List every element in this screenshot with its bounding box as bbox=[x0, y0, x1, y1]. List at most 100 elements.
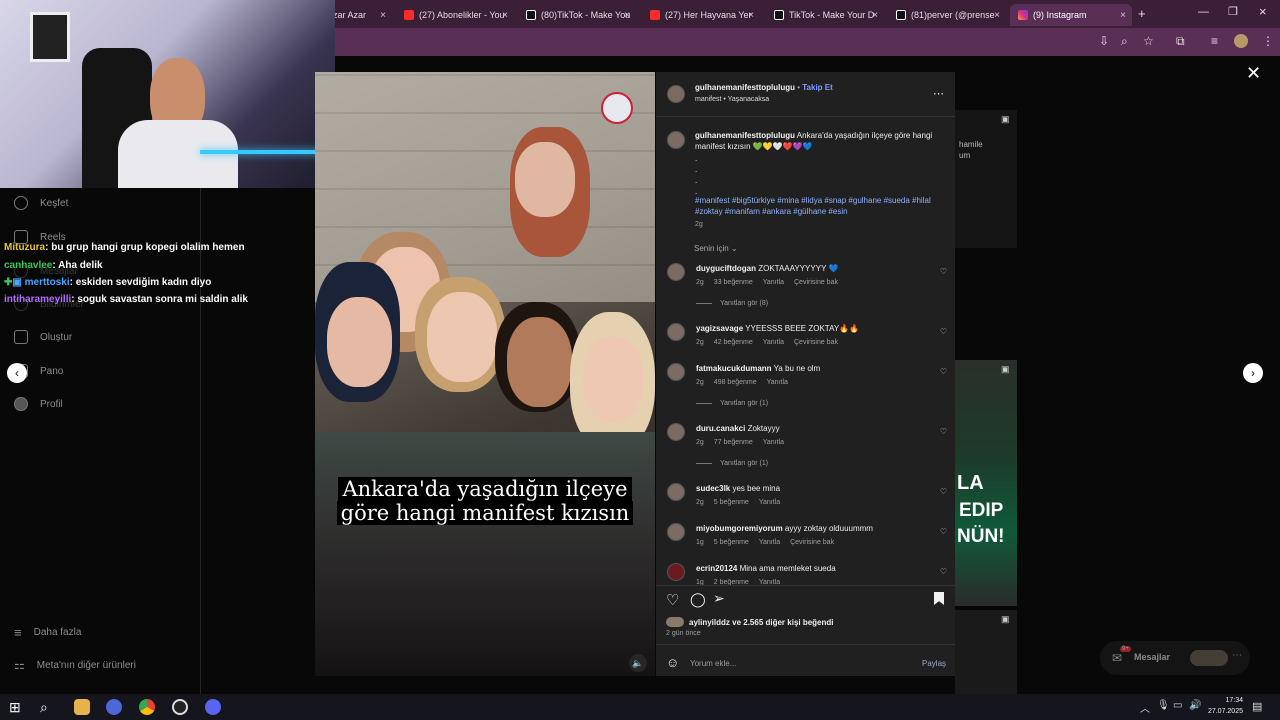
heart-icon[interactable]: ♡ bbox=[940, 367, 947, 376]
comment-likes[interactable]: 77 beğenme bbox=[714, 439, 753, 446]
emoji-icon[interactable]: ☺ bbox=[666, 655, 679, 670]
comment-input[interactable]: Yorum ekle... bbox=[690, 659, 736, 668]
zoom-icon[interactable]: ⌕ bbox=[1121, 34, 1128, 49]
browser-tab[interactable]: (81)perver (@prense × bbox=[888, 4, 1006, 26]
microphone-icon[interactable]: 🎙 bbox=[1157, 700, 1170, 711]
bg-thumbnail[interactable]: hamile um ▣ bbox=[955, 110, 1017, 248]
view-replies[interactable]: Yanıtları gör (1) bbox=[696, 400, 768, 407]
install-icon[interactable]: ⇩ bbox=[1099, 34, 1109, 48]
heart-icon[interactable]: ♡ bbox=[940, 567, 947, 576]
comment-likes[interactable]: 33 beğenme bbox=[714, 279, 753, 286]
comment-likes[interactable]: 498 beğenme bbox=[714, 379, 757, 386]
next-post-button[interactable]: › bbox=[1243, 363, 1263, 383]
comment-username[interactable]: yagizsavage bbox=[696, 324, 743, 333]
reading-list-icon[interactable]: ≡ bbox=[1211, 34, 1218, 48]
more-options-icon[interactable]: ⋯ bbox=[933, 87, 944, 100]
menu-icon[interactable]: ⋮ bbox=[1262, 34, 1274, 48]
author-avatar[interactable] bbox=[667, 85, 685, 103]
commenter-avatar[interactable] bbox=[667, 523, 685, 541]
file-explorer-icon[interactable] bbox=[74, 699, 90, 715]
close-icon[interactable]: × bbox=[748, 10, 754, 21]
reply-button[interactable]: Yanıtla bbox=[763, 279, 784, 286]
comment-likes[interactable]: 5 beğenme bbox=[714, 539, 749, 546]
browser-tab[interactable]: TikTok - Make Your D × bbox=[766, 4, 884, 26]
messages-button[interactable]: ✉ 9+ Mesajlar ⋯ bbox=[1100, 641, 1250, 675]
extensions-icon[interactable]: ⧉ bbox=[1176, 34, 1185, 49]
comment-icon[interactable]: ◯ bbox=[690, 591, 706, 608]
comment-username[interactable]: sudec3lk bbox=[696, 484, 730, 493]
sidebar-item-meta[interactable]: ⚏ Meta'nın diğer ürünleri bbox=[14, 658, 136, 672]
view-replies[interactable]: Yanıtları gör (1) bbox=[696, 460, 768, 467]
caption-hashtags[interactable]: #manifest #big5türkiye #mina #lidya #sna… bbox=[695, 195, 947, 217]
comment-username[interactable]: duyguciftdogan bbox=[696, 264, 756, 273]
like-icon[interactable]: ♡ bbox=[666, 591, 679, 609]
heart-icon[interactable]: ♡ bbox=[940, 527, 947, 536]
author-username[interactable]: gulhanemanifesttoplulugu bbox=[695, 83, 795, 92]
bg-thumbnail[interactable]: LA EDIP NÜN! ▣ bbox=[955, 360, 1017, 606]
network-icon[interactable]: ▭ bbox=[1173, 700, 1182, 711]
minimize-icon[interactable]: — bbox=[1198, 6, 1209, 18]
close-icon[interactable]: × bbox=[380, 10, 386, 21]
close-modal-button[interactable]: ✕ bbox=[1246, 63, 1261, 84]
close-icon[interactable]: × bbox=[624, 10, 630, 21]
bookmark-star-icon[interactable]: ☆ bbox=[1143, 34, 1154, 48]
likes-summary[interactable]: aylinyilddz ve 2.565 diğer kişi beğendi bbox=[689, 618, 834, 627]
follow-button[interactable]: Takip Et bbox=[802, 83, 833, 92]
translate-button[interactable]: Çevirisine bak bbox=[790, 539, 834, 546]
sort-dropdown[interactable]: Senin için ⌄ bbox=[694, 244, 738, 253]
comment-likes[interactable]: 5 beğenme bbox=[714, 499, 749, 506]
close-window-icon[interactable]: × bbox=[1259, 4, 1267, 19]
search-icon[interactable]: ⌕ bbox=[40, 699, 56, 715]
reply-button[interactable]: Yanıtla bbox=[763, 339, 784, 346]
reply-button[interactable]: Yanıtla bbox=[759, 539, 780, 546]
discord-icon[interactable] bbox=[205, 699, 221, 715]
commenter-avatar[interactable] bbox=[667, 363, 685, 381]
comment-likes[interactable]: 42 beğenme bbox=[714, 339, 753, 346]
author-avatar[interactable] bbox=[667, 131, 685, 149]
browser-tab-active[interactable]: (9) Instagram × bbox=[1010, 4, 1132, 26]
mute-icon[interactable]: 🔈 bbox=[629, 654, 647, 672]
heart-icon[interactable]: ♡ bbox=[940, 487, 947, 496]
comment-username[interactable]: ecrin20124 bbox=[696, 564, 737, 573]
browser-tab[interactable]: (27) Abonelikler - You × bbox=[396, 4, 514, 26]
browser-tab[interactable]: (80)TikTok - Make You × bbox=[518, 4, 636, 26]
save-icon[interactable] bbox=[934, 592, 944, 605]
previous-post-button[interactable]: ‹ bbox=[7, 363, 27, 383]
commenter-avatar[interactable] bbox=[667, 483, 685, 501]
chrome-icon[interactable] bbox=[139, 699, 155, 715]
clock-time[interactable]: 17:34 bbox=[1203, 697, 1243, 704]
bg-thumbnail[interactable]: ▣ bbox=[955, 610, 1017, 694]
commenter-avatar[interactable] bbox=[667, 323, 685, 341]
sidebar-item-profile[interactable]: Profil bbox=[14, 397, 63, 411]
commenter-avatar[interactable] bbox=[667, 263, 685, 281]
commenter-avatar[interactable] bbox=[667, 563, 685, 581]
commenter-avatar[interactable] bbox=[667, 423, 685, 441]
profile-avatar[interactable] bbox=[1234, 34, 1248, 48]
share-icon[interactable]: ➢ bbox=[713, 590, 725, 607]
clock-date[interactable]: 27.07.2025 bbox=[1198, 708, 1243, 715]
restore-icon[interactable]: ❐ bbox=[1228, 5, 1238, 18]
post-subtitle[interactable]: manifest • Yaşanacaksa bbox=[695, 96, 769, 103]
sidebar-item-more[interactable]: ≡ Daha fazla bbox=[14, 625, 81, 640]
caption-username[interactable]: gulhanemanifesttoplulugu bbox=[695, 131, 795, 140]
sidebar-item-explore[interactable]: Keşfet bbox=[14, 196, 68, 210]
close-icon[interactable]: × bbox=[872, 10, 878, 21]
reply-button[interactable]: Yanıtla bbox=[767, 379, 788, 386]
windows-start-icon[interactable]: ⊞ bbox=[9, 699, 25, 715]
comment-username[interactable]: miyobumgoremiyorum bbox=[696, 524, 783, 533]
heart-icon[interactable]: ♡ bbox=[940, 427, 947, 436]
close-icon[interactable]: × bbox=[1120, 10, 1126, 21]
obs-icon[interactable] bbox=[172, 699, 188, 715]
notification-icon[interactable]: ▤ bbox=[1252, 700, 1262, 713]
reply-button[interactable]: Yanıtla bbox=[759, 499, 780, 506]
browser-tab[interactable]: (27) Her Hayvana Yer × bbox=[642, 4, 760, 26]
view-replies[interactable]: Yanıtları gör (8) bbox=[696, 300, 768, 307]
post-image[interactable]: Ankara'da yaşadığın ilçeye göre hangi ma… bbox=[315, 72, 655, 676]
close-icon[interactable]: × bbox=[502, 10, 508, 21]
tray-chevron-icon[interactable]: ︿ bbox=[1140, 700, 1150, 715]
app-icon[interactable] bbox=[106, 699, 122, 715]
heart-icon[interactable]: ♡ bbox=[940, 327, 947, 336]
sidebar-item-create[interactable]: Oluştur bbox=[14, 330, 72, 344]
translate-button[interactable]: Çevirisine bak bbox=[794, 279, 838, 286]
post-comment-button[interactable]: Paylaş bbox=[922, 659, 946, 668]
